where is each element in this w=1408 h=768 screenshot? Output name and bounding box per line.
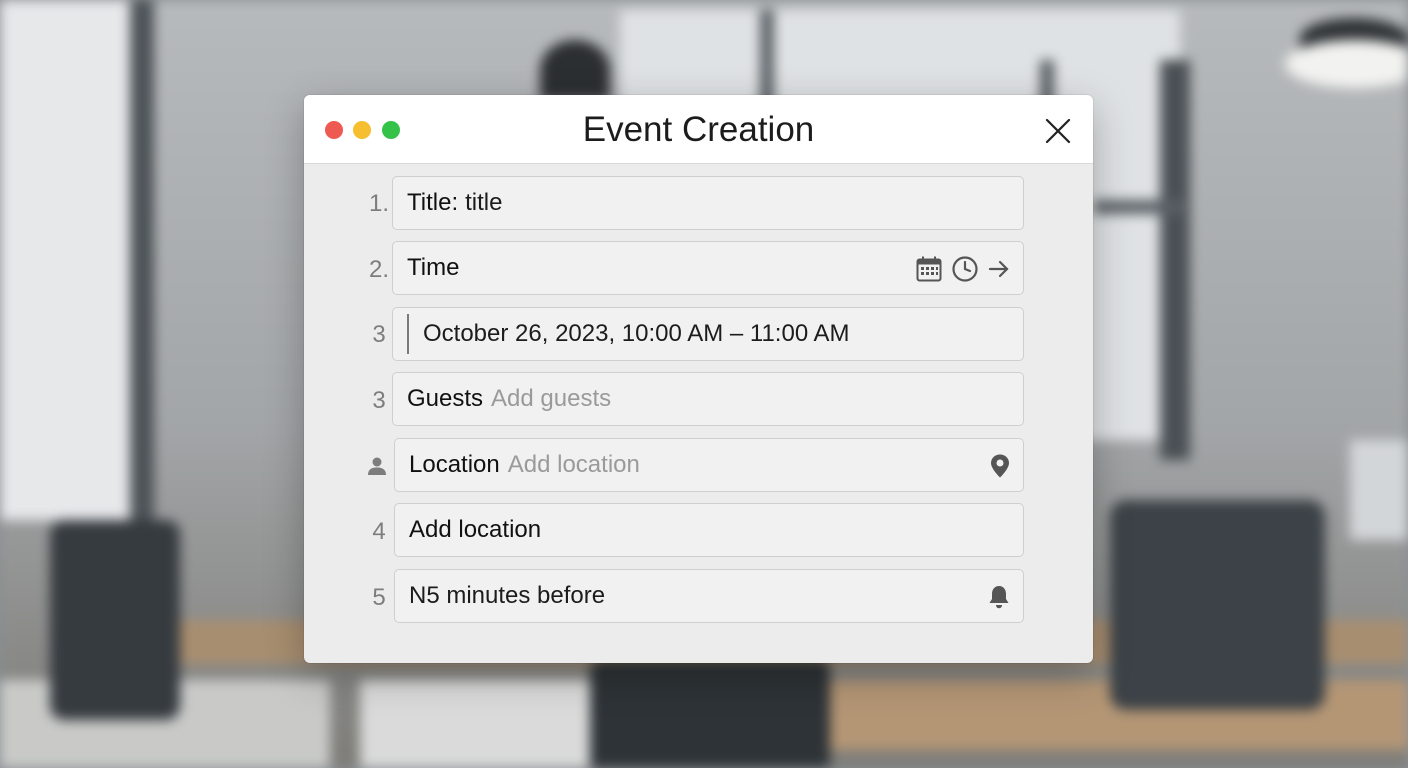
row-number: 1. xyxy=(368,190,389,217)
title-field[interactable]: Title: title xyxy=(392,176,1024,230)
event-creation-dialog: Event Creation 1. Title: title 2. Time 3… xyxy=(304,95,1093,663)
add-location-field[interactable]: Add location xyxy=(394,503,1024,557)
guests-field[interactable]: Guests Add guests xyxy=(392,372,1024,426)
row-number: 2. xyxy=(368,256,389,283)
guests-placeholder: Add guests xyxy=(491,385,612,412)
title-value: title xyxy=(465,189,503,216)
clock-icon[interactable] xyxy=(951,255,979,283)
time-label: Time xyxy=(407,254,460,281)
person-icon xyxy=(366,455,388,477)
title-bar: Event Creation xyxy=(304,95,1093,164)
add-location-label: Add location xyxy=(409,516,542,543)
location-field[interactable]: Location Add location xyxy=(394,438,1024,492)
close-icon[interactable] xyxy=(1042,115,1074,147)
reminder-field[interactable]: N5 minutes before xyxy=(394,569,1024,623)
row-number: 3 xyxy=(372,321,386,348)
row-number: 5 xyxy=(372,584,386,611)
map-pin-icon[interactable] xyxy=(989,453,1011,479)
datetime-field[interactable]: October 26, 2023, 10:00 AM – 11:00 AM xyxy=(392,307,1024,361)
dialog-title: Event Creation xyxy=(582,110,815,149)
calendar-icon[interactable] xyxy=(915,255,943,283)
location-placeholder: Add location xyxy=(507,451,640,478)
datetime-value: October 26, 2023, 10:00 AM – 11:00 AM xyxy=(423,320,850,347)
arrow-right-icon[interactable] xyxy=(987,257,1011,281)
location-label: Location xyxy=(409,451,500,478)
row-number: 3 xyxy=(372,387,386,414)
row-number: 4 xyxy=(372,518,386,545)
text-cursor xyxy=(407,314,409,354)
bell-icon[interactable] xyxy=(987,584,1011,610)
reminder-value: N5 minutes before xyxy=(409,582,606,609)
time-field[interactable]: Time xyxy=(392,241,1024,295)
guests-label: Guests xyxy=(407,385,484,412)
title-label: Title: xyxy=(407,189,459,216)
